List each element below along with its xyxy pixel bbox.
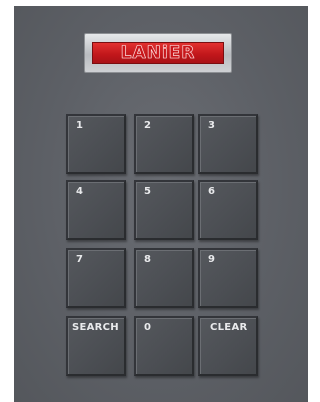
key-label: 5 xyxy=(144,186,152,197)
key-9[interactable]: 9 xyxy=(198,248,258,308)
key-label: 7 xyxy=(76,254,84,265)
key-4[interactable]: 4 xyxy=(66,180,126,240)
key-label: 4 xyxy=(76,186,84,197)
key-3[interactable]: 3 xyxy=(198,114,258,174)
key-label: SEARCH xyxy=(72,322,119,333)
brand-plate: LANiER xyxy=(84,33,232,73)
key-label: 0 xyxy=(144,322,152,333)
key-2[interactable]: 2 xyxy=(134,114,194,174)
key-label: 9 xyxy=(208,254,216,265)
key-8[interactable]: 8 xyxy=(134,248,194,308)
key-label: 3 xyxy=(208,120,216,131)
key-label: CLEAR xyxy=(210,322,248,333)
key-label: 6 xyxy=(208,186,216,197)
key-label: 8 xyxy=(144,254,152,265)
key-7[interactable]: 7 xyxy=(66,248,126,308)
logo-text: LANiER xyxy=(120,42,196,63)
key-label: 1 xyxy=(76,120,84,131)
search-key[interactable]: SEARCH xyxy=(66,316,126,376)
key-label: 2 xyxy=(144,120,152,131)
keypad: 1 2 3 4 5 6 7 8 9 SEARCH 0 CLEAR xyxy=(66,114,262,380)
key-1[interactable]: 1 xyxy=(66,114,126,174)
key-6[interactable]: 6 xyxy=(198,180,258,240)
key-5[interactable]: 5 xyxy=(134,180,194,240)
key-0[interactable]: 0 xyxy=(134,316,194,376)
lanier-logo: LANiER xyxy=(92,42,224,64)
device-panel: LANiER 1 2 3 4 5 6 7 8 9 SEARCH 0 CLEAR xyxy=(14,6,308,402)
clear-key[interactable]: CLEAR xyxy=(198,316,258,376)
